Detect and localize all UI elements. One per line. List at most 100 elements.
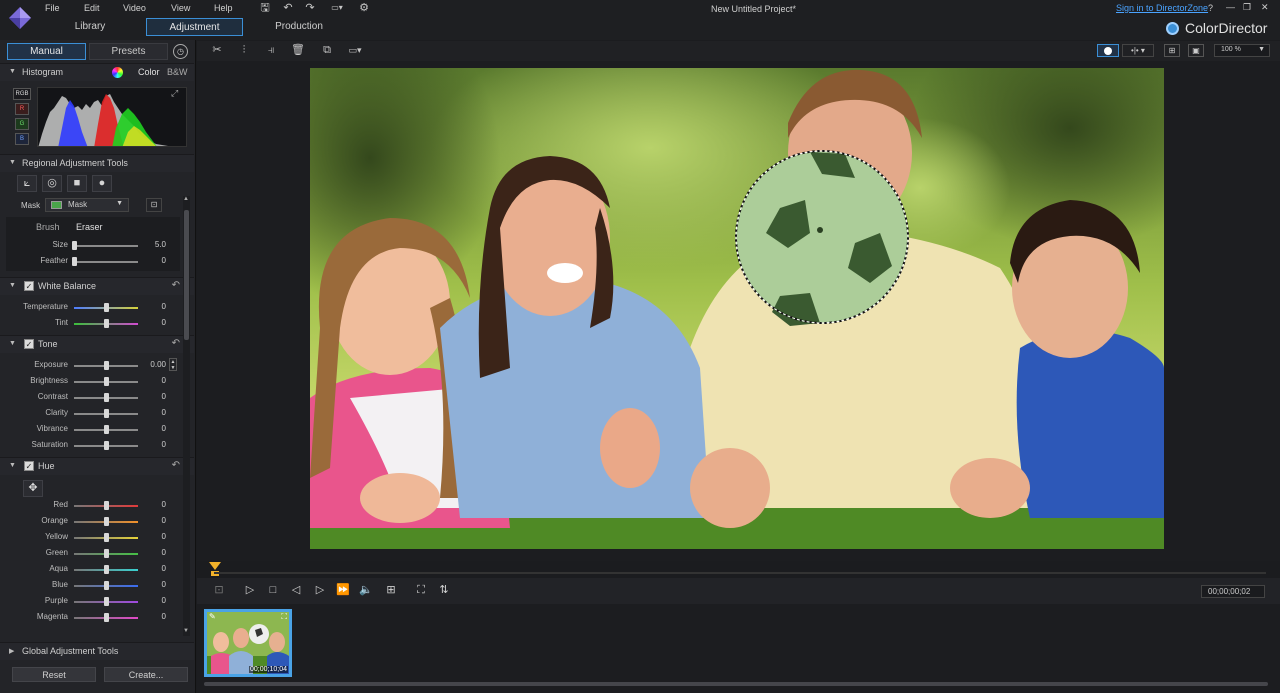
help-icon[interactable]: ? [1208, 3, 1213, 13]
grid-icon[interactable]: ⊞ [384, 583, 398, 597]
slider-handle[interactable] [104, 441, 109, 450]
mask-settings-icon[interactable]: ⊡ [146, 198, 162, 212]
slider-handle[interactable] [104, 319, 109, 328]
slider-value[interactable]: 0 [162, 612, 166, 621]
slider-handle[interactable] [104, 361, 109, 370]
snapshot-icon[interactable]: ⛶ [414, 583, 428, 597]
previous-frame-icon[interactable]: ◁ [289, 583, 303, 597]
slider-handle[interactable] [104, 565, 109, 574]
view-toggle-single[interactable] [1097, 44, 1119, 57]
menu-file[interactable]: File [45, 3, 60, 13]
slider-value[interactable]: 0 [162, 532, 166, 541]
histogram-header[interactable]: ▼ Histogram Color B&W [0, 63, 194, 81]
exposure-stepper[interactable]: ▲ ▼ [169, 358, 177, 371]
slider-handle[interactable] [104, 501, 109, 510]
slider-value[interactable]: 0 [162, 500, 166, 509]
slider-handle[interactable] [104, 581, 109, 590]
green-channel-button[interactable]: G [15, 118, 29, 130]
slider-handle[interactable] [104, 303, 109, 312]
white-balance-checkbox[interactable]: ✓ [24, 281, 34, 291]
slider-value[interactable]: 0 [162, 302, 166, 311]
slider-handle[interactable] [72, 241, 77, 250]
menu-edit[interactable]: Edit [84, 3, 100, 13]
slider-value[interactable]: 0 [162, 564, 166, 573]
clip-thumbnail[interactable]: ✎ ⛶ 00;00;10;04 [204, 609, 292, 677]
slider-handle[interactable] [104, 597, 109, 606]
history-icon[interactable]: ◷ [173, 44, 188, 59]
menu-help[interactable]: Help [214, 3, 233, 13]
slider-handle[interactable] [104, 517, 109, 526]
slider-handle[interactable] [104, 533, 109, 542]
scrub-track[interactable] [214, 572, 1266, 574]
red-channel-button[interactable]: R [15, 103, 29, 115]
minimize-icon[interactable]: — [1226, 2, 1235, 12]
slider-handle[interactable] [104, 549, 109, 558]
slider-value[interactable]: 0 [162, 516, 166, 525]
scroll-thumb[interactable] [184, 210, 189, 340]
scroll-down-icon[interactable]: ▼ [183, 628, 189, 634]
display-icon[interactable]: ▭▾ [344, 44, 366, 57]
rectangle-tool-icon[interactable]: ■ [67, 175, 87, 192]
restore-icon[interactable]: ❐ [1243, 2, 1251, 13]
save-icon[interactable]: 🖫 [258, 2, 272, 14]
slider-value[interactable]: 0 [162, 596, 166, 605]
delete-icon[interactable]: 🗑 [290, 44, 306, 57]
timeline-scroll-thumb[interactable] [204, 682, 1268, 686]
slider-handle[interactable] [104, 425, 109, 434]
scroll-up-icon[interactable]: ▲ [183, 196, 189, 202]
white-balance-header[interactable]: ▼ ✓ White Balance ↶ [0, 277, 194, 295]
cut-icon[interactable]: ✂ [209, 44, 225, 57]
reset-button[interactable]: Reset [12, 667, 96, 682]
next-frame-icon[interactable]: ▷ [313, 583, 327, 597]
bw-toggle[interactable]: B&W [167, 67, 188, 77]
slider-value[interactable]: 0 [162, 256, 166, 265]
zoom-dropdown[interactable]: 100 % ▼ [1214, 44, 1270, 57]
settings-icon[interactable]: ⚙ [357, 2, 371, 14]
gradient-tool-icon[interactable]: ⟀ [17, 175, 37, 192]
record-icon[interactable]: ⊡ [212, 583, 226, 597]
histogram-expand-icon[interactable]: ⤢ [171, 88, 178, 99]
trim-icon[interactable]: ⫣ [263, 44, 279, 57]
split-icon[interactable]: ⫶ [236, 44, 252, 57]
tone-header[interactable]: ▼ ✓ Tone ↶ [0, 335, 194, 353]
slider-handle[interactable] [104, 613, 109, 622]
slider-value[interactable]: 0 [162, 548, 166, 557]
color-toggle[interactable]: Color [138, 67, 160, 77]
view-toggle-compare[interactable]: •|• ▾ [1122, 44, 1154, 57]
compare-split-icon[interactable]: ⇅ [437, 583, 451, 597]
blue-channel-button[interactable]: B [15, 133, 29, 145]
signin-link[interactable]: Sign in to DirectorZone [1116, 3, 1208, 13]
global-tools-header[interactable]: ▶ Global Adjustment Tools [0, 642, 194, 660]
hue-checkbox[interactable]: ✓ [24, 461, 34, 471]
rgb-channel-button[interactable]: RGB [13, 88, 31, 100]
fit-icon[interactable]: ⊞ [1164, 44, 1180, 57]
preview-image[interactable] [310, 68, 1164, 549]
tab-production[interactable]: Production [265, 18, 333, 36]
slider-handle[interactable] [104, 409, 109, 418]
radial-tool-icon[interactable]: ◎ [42, 175, 62, 192]
targeted-adjust-icon[interactable]: ✥ [23, 480, 43, 497]
redo-icon[interactable]: ↷ [303, 2, 317, 14]
tab-adjustment[interactable]: Adjustment [146, 18, 243, 36]
slider-handle[interactable] [72, 257, 77, 266]
slider-value[interactable]: 0 [162, 376, 166, 385]
menu-view[interactable]: View [171, 3, 190, 13]
reset-icon[interactable]: ↶ [172, 338, 180, 349]
crop-icon[interactable]: ⧉ [319, 44, 335, 57]
create-button[interactable]: Create... [104, 667, 188, 682]
brush-option[interactable]: Brush [36, 222, 60, 232]
slider-value[interactable]: 0 [162, 318, 166, 327]
volume-icon[interactable]: 🔈 [359, 583, 373, 597]
slider-value[interactable]: 0 [162, 424, 166, 433]
aspect-ratio-icon[interactable]: ▭▾ [326, 2, 348, 14]
slider-track[interactable] [74, 261, 138, 263]
tab-manual[interactable]: Manual [7, 43, 86, 60]
mask-dropdown[interactable]: Mask ▼ [45, 198, 129, 212]
tab-library[interactable]: Library [60, 18, 120, 36]
timeline-scrollbar[interactable] [204, 682, 1268, 686]
slider-handle[interactable] [104, 377, 109, 386]
panel-scrollbar[interactable]: ▲ ▼ [183, 196, 190, 636]
stop-icon[interactable]: □ [266, 583, 280, 597]
tab-presets[interactable]: Presets [89, 43, 168, 60]
close-icon[interactable]: ✕ [1261, 2, 1269, 13]
